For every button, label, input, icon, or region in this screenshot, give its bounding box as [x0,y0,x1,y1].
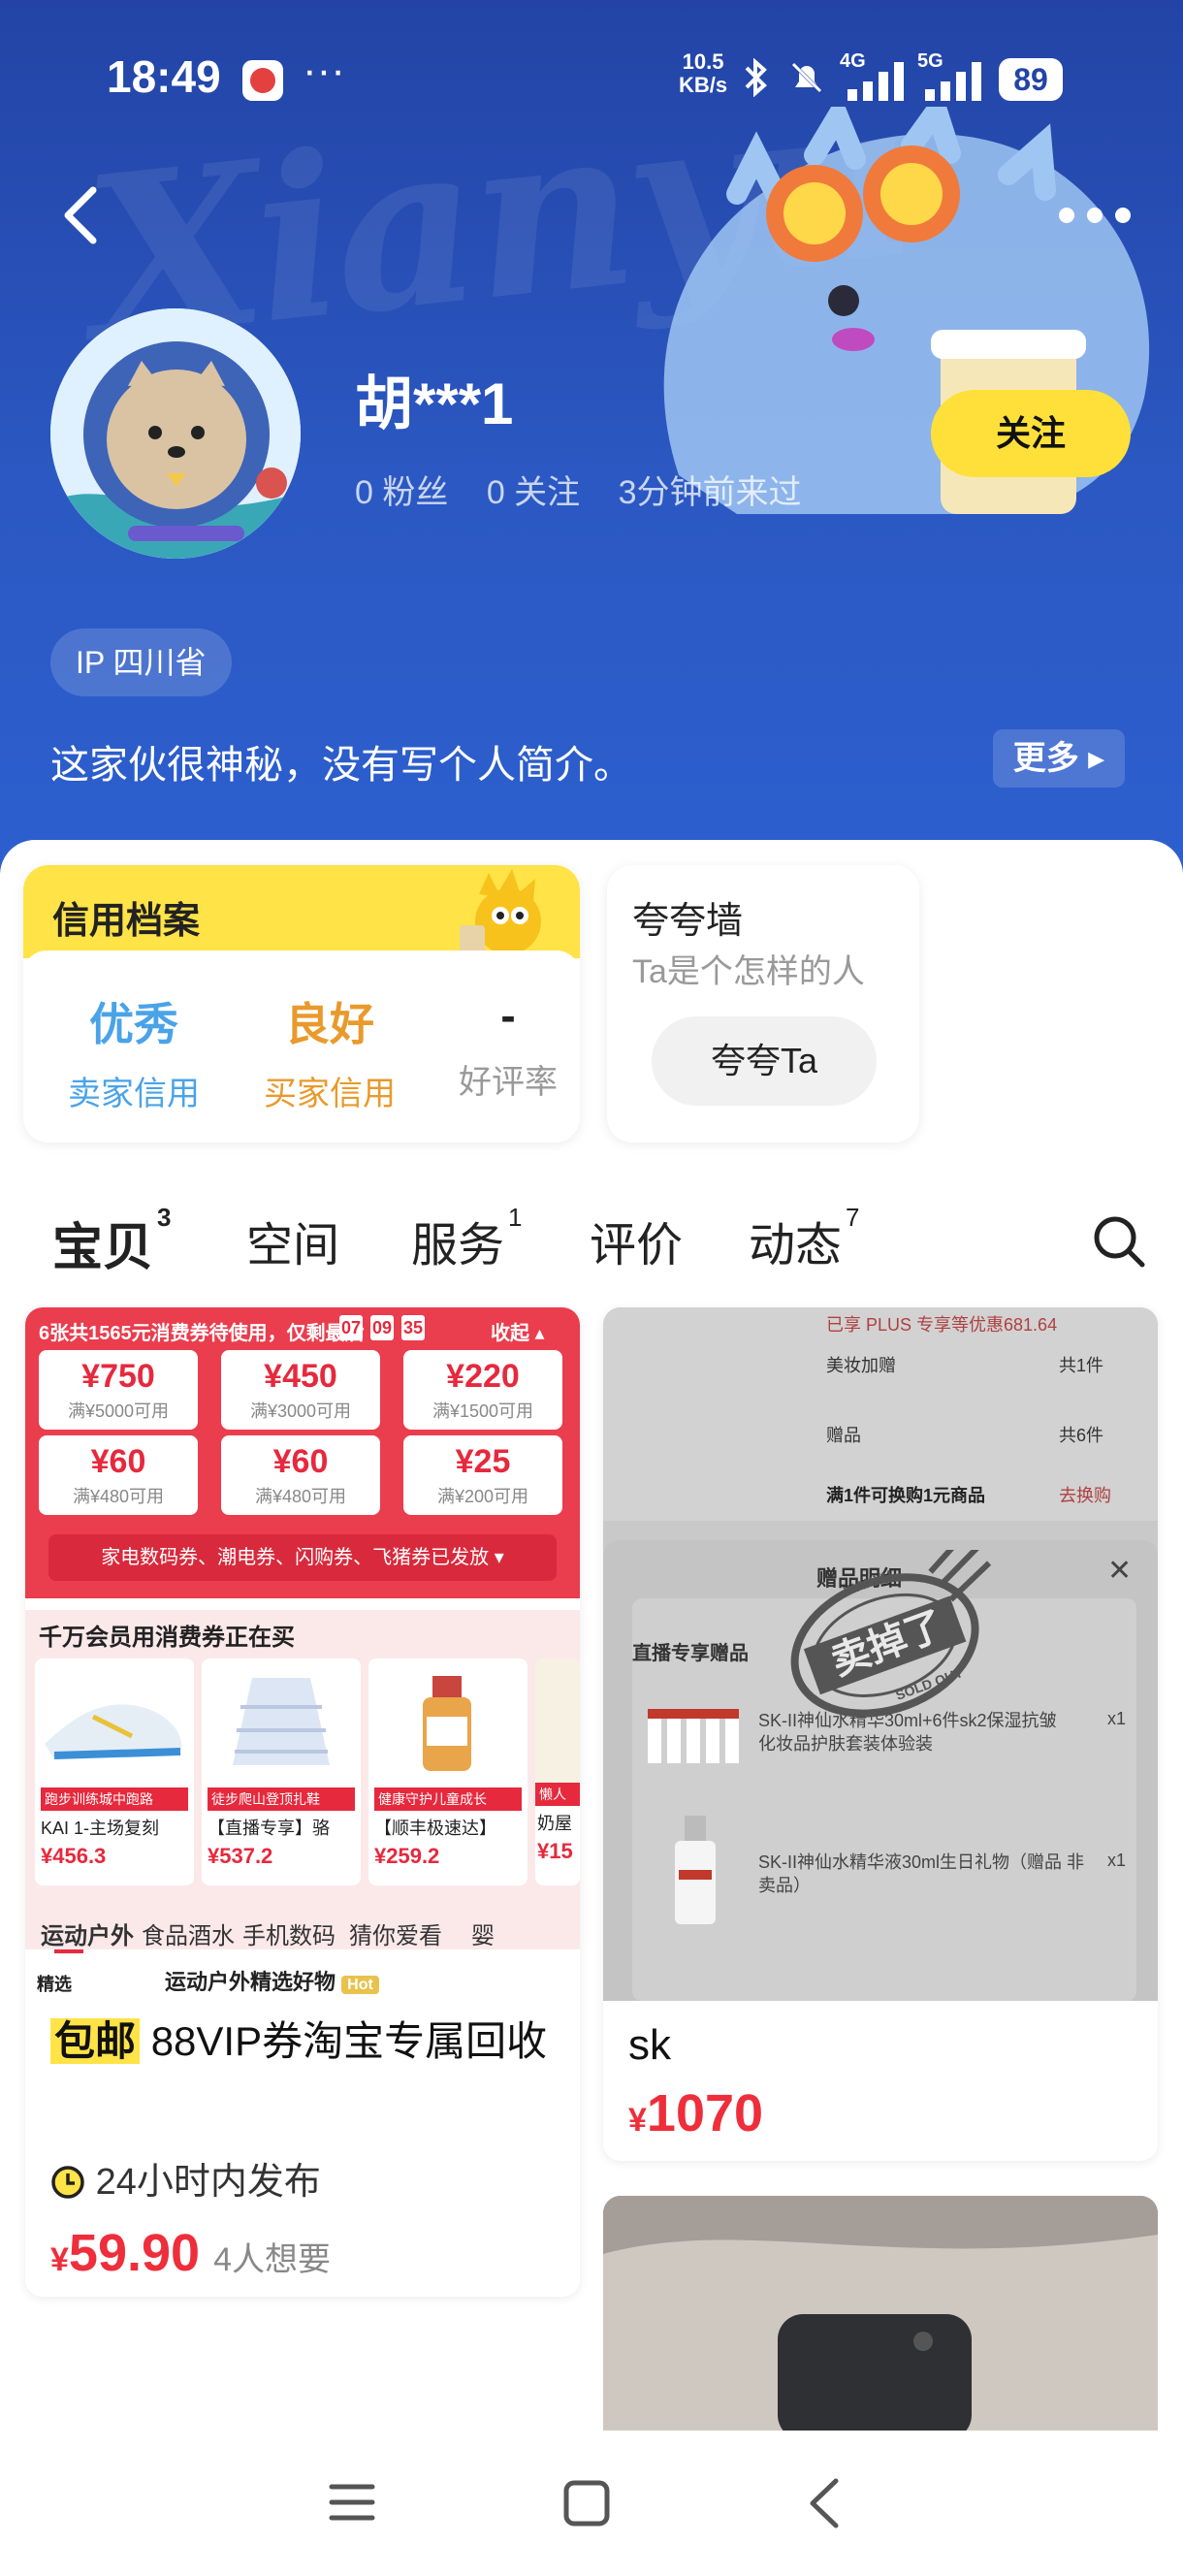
picks-label: 精选 [37,1975,72,1994]
tab-services[interactable]: 服务1 [411,1203,522,1274]
listing-price: ¥1070 [628,2084,764,2142]
makeup-gift-row: 美妆加赠 [826,1356,896,1375]
swap-link: 去换购 [1059,1486,1111,1505]
listing-price: ¥59.90 4人想要 [50,2224,331,2282]
collapse-label: 收起 ▴ [491,1323,545,1344]
profile-header: Xianyu 18:49 ··· 10.5 KB/s 4G 5G 89 胡***… [0,0,1183,873]
coupon-2: ¥450 满¥3000可用 [221,1350,380,1430]
buyer-credit: 良好 买家信用 [223,989,436,1114]
gift-count: 共6件 [1059,1426,1104,1445]
positive-rate-label: 好评率 [459,1064,558,1101]
coupon-6: ¥25 满¥200可用 [403,1435,562,1515]
fans-count[interactable]: 0 粉丝 [355,474,448,511]
profile-tabs: 宝贝3 空间 服务1 评价 动态7 [0,1203,1183,1300]
signal-icon-1 [847,62,904,101]
astronaut-cat-avatar-icon [50,308,301,559]
praise-wall-title: 夸夸墙 [632,901,744,942]
listing-card-sk[interactable]: 已享 PLUS 专享等优惠681.64 美妆加赠 共1件 赠品 共6件 满1件可… [603,1307,1158,2161]
recent-apps-icon[interactable] [328,2481,376,2524]
coupon-5: ¥60 满¥480可用 [221,1435,380,1515]
skii-sample-set-image [648,1709,739,1763]
user-stats: 0 粉丝 0 关注 3分钟前来过 [355,466,831,513]
bluetooth-icon [745,58,767,97]
listing-card-partial[interactable] [603,2196,1158,2431]
user-avatar[interactable] [50,308,301,559]
sneaker-image [45,1704,182,1759]
countdown-seconds: 35 [401,1315,425,1340]
drops-bottle-image [423,1676,471,1771]
plus-discount-text: 已享 PLUS 专享等优惠681.64 [826,1315,1058,1335]
praise-wall-subtitle: Ta是个怎样的人 [632,953,865,990]
popup-close-icon: ✕ [1107,1555,1133,1587]
last-seen: 3分钟前来过 [618,474,802,511]
ip-location-badge: IP 四川省 [50,628,232,696]
following-count[interactable]: 0 关注 [487,474,580,511]
tab-reviews[interactable]: 评价 [590,1207,683,1274]
coupon-3: ¥220 满¥1500可用 [403,1350,562,1430]
more-bio-button[interactable]: 更多 ▸ [993,729,1125,788]
gift-item-1-qty: x1 [1107,1709,1127,1728]
credit-profile-card[interactable]: 信用档案 优秀 卖家信用 良好 买家信用 - 好评率 [23,865,580,1143]
praise-wall-card[interactable]: 夸夸墙 Ta是个怎样的人 夸夸Ta [607,865,919,1143]
mute-bell-icon [789,60,824,95]
credit-mascot-icon [460,869,541,954]
listing-title: sk [628,2021,671,2069]
skii-essence-bottle-image [675,1816,716,1924]
gift-row: 赠品 [826,1426,861,1445]
credit-title: 信用档案 [52,901,201,942]
coupon-1: ¥750 满¥5000可用 [39,1350,198,1430]
network-speed: 10.5 KB/s [679,49,728,97]
down-jacket-image [233,1678,330,1765]
product-tile-4: 懒人 奶屋 ¥15 [535,1658,580,1885]
clock-icon [51,2166,84,2199]
picks-text: 运动户外精选好物 Hot [165,1965,379,1996]
product-tile-2: 徒步爬山登顶扎鞋 【直播专享】骆 ¥537.2 [202,1658,361,1885]
system-navigation-bar [0,2431,1183,2576]
coupon-4: ¥60 满¥480可用 [39,1435,198,1515]
tab-activity[interactable]: 动态7 [749,1203,859,1274]
countdown-minutes: 09 [370,1315,394,1340]
positive-rate: - 好评率 [431,989,580,1103]
makeup-gift-count: 共1件 [1059,1356,1104,1375]
buyer-credit-value: 良好 [285,999,374,1049]
home-icon[interactable] [562,2479,611,2528]
product-tile-3: 健康守护儿童成长 【顺丰极速达】 ¥259.2 [368,1658,528,1885]
tab-items[interactable]: 宝贝3 [52,1203,172,1279]
seller-credit-value: 优秀 [89,999,178,1049]
publish-time: 24小时内发布 [50,2151,321,2205]
system-back-icon[interactable] [805,2477,844,2529]
follow-button[interactable]: 关注 [931,390,1131,477]
signal-icon-2 [925,62,981,101]
battery-indicator: 89 [999,58,1063,101]
more-notifications-icon: ··· [303,47,345,94]
listing-image [603,2196,1158,2431]
more-options-icon[interactable] [1057,204,1133,227]
gift-item-2: SK-II神仙水精华液30ml生日礼物（赠品 非卖品） [758,1852,1085,1895]
tab-space[interactable]: 空间 [246,1207,339,1274]
clock: 18:49 [107,51,221,102]
coupon-issued-note: 家电数码券、潮电券、闪购券、飞猪券已发放 ▾ [48,1534,557,1581]
category-row: 运动户外 食品酒水 手机数码 猜你爱看 婴 [25,1905,580,1953]
coupon-banner-text: 6张共1565元消费券待使用，仅剩最后 [39,1323,365,1344]
user-bio: 这家伙很神秘，没有写个人简介。 [50,744,632,787]
listing-image: 已享 PLUS 专享等优惠681.64 美妆加赠 共1件 赠品 共6件 满1件可… [603,1307,1158,2001]
product-tile-1: 跑步训练城中跑路 KAI 1-主场复刻 ¥456.3 [35,1658,194,1885]
positive-rate-value: - [500,990,516,1041]
listing-title: 包邮 88VIP券淘宝专属回收 [50,2012,564,2072]
search-icon[interactable] [1090,1212,1148,1271]
countdown-hours: 07 [339,1315,363,1340]
seller-credit: 优秀 卖家信用 [37,989,231,1114]
status-bar: 18:49 ··· 10.5 KB/s 4G 5G 89 [0,0,1183,155]
praise-button[interactable]: 夸夸Ta [652,1016,877,1106]
back-arrow-icon[interactable] [58,184,105,246]
gift-section: 直播专享赠品 [632,1643,749,1664]
buyer-credit-label: 买家信用 [264,1076,396,1112]
products-section-title: 千万会员用消费券正在买 [39,1625,295,1651]
gift-item-2-qty: x1 [1107,1851,1127,1870]
app-notification-icon [242,60,283,101]
swap-text: 满1件可换购1元商品 [826,1486,986,1505]
listing-card-coupon[interactable]: 6张共1565元消费券待使用，仅剩最后 07 09 35 收起 ▴ ¥750 满¥… [25,1307,580,2297]
user-name: 胡***1 [355,371,514,436]
seller-credit-label: 卖家信用 [68,1076,200,1112]
